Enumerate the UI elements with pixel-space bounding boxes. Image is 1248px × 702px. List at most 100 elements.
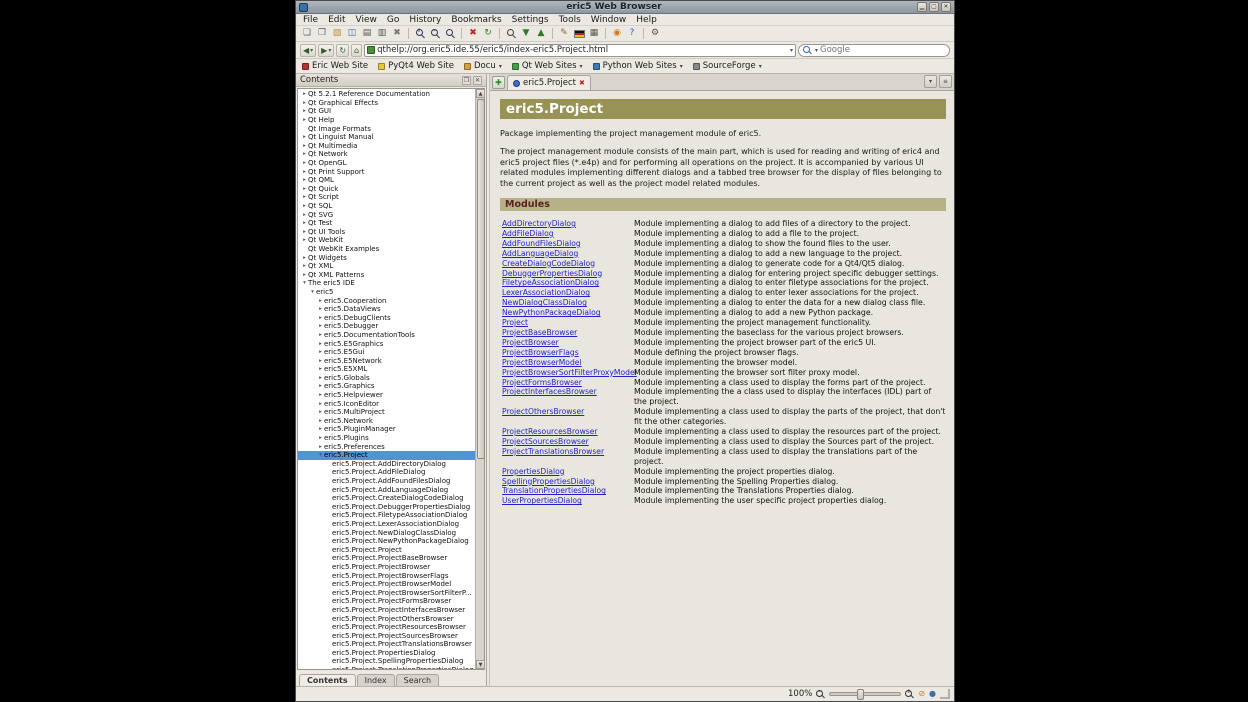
tree-item-eric5-e5network[interactable]: ▸eric5.E5Network xyxy=(298,356,475,365)
tree-item-eric5-network[interactable]: ▸eric5.Network xyxy=(298,417,475,426)
dock-close-button[interactable]: ✕ xyxy=(473,76,482,85)
collapsed-arrow-icon[interactable]: ▸ xyxy=(317,322,324,330)
stop-loading-icon[interactable]: ✖ xyxy=(466,27,480,41)
new-tab-button[interactable]: ✚ xyxy=(492,76,505,89)
tree-item-qt-5-2-1-reference-documentation[interactable]: ▸Qt 5.2.1 Reference Documentation xyxy=(298,90,475,99)
collapsed-arrow-icon[interactable]: ▸ xyxy=(301,90,308,98)
menu-go[interactable]: Go xyxy=(382,14,404,26)
web-search-box[interactable]: ▾ xyxy=(798,44,950,57)
module-link-propertiesdialog[interactable]: PropertiesDialog xyxy=(502,467,632,477)
tree-item-eric5-e5graphics[interactable]: ▸eric5.E5Graphics xyxy=(298,339,475,348)
zoom-out-icon[interactable]: − xyxy=(816,690,825,699)
tree-item-qt-svg[interactable]: ▸Qt SVG xyxy=(298,210,475,219)
tree-item-eric5-multiproject[interactable]: ▸eric5.MultiProject xyxy=(298,408,475,417)
menu-edit[interactable]: Edit xyxy=(323,14,350,26)
dock-tab-search[interactable]: Search xyxy=(396,674,439,686)
tree-item-eric5-project-projectbrowsersortfilterp[interactable]: eric5.Project.ProjectBrowserSortFilterP.… xyxy=(298,588,475,597)
tree-item-qt-network[interactable]: ▸Qt Network xyxy=(298,150,475,159)
bookmark-qt-web-sites[interactable]: Qt Web Sites▾ xyxy=(512,61,583,71)
collapsed-arrow-icon[interactable]: ▸ xyxy=(301,236,308,244)
tab-grid-icon[interactable]: ▦ xyxy=(587,27,601,41)
menu-window[interactable]: Window xyxy=(586,14,632,26)
menu-file[interactable]: File xyxy=(298,14,323,26)
collapsed-arrow-icon[interactable]: ▸ xyxy=(317,425,324,433)
module-link-projectbasebrowser[interactable]: ProjectBaseBrowser xyxy=(502,328,632,338)
collapsed-arrow-icon[interactable]: ▸ xyxy=(301,211,308,219)
module-link-projectothersbrowser[interactable]: ProjectOthersBrowser xyxy=(502,407,632,417)
dock-float-button[interactable]: ❐ xyxy=(462,76,471,85)
module-link-debuggerpropertiesdialog[interactable]: DebuggerPropertiesDialog xyxy=(502,269,632,279)
url-combobox[interactable]: ▾ xyxy=(364,44,796,57)
module-link-projecttranslationsbrowser[interactable]: ProjectTranslationsBrowser xyxy=(502,447,632,457)
tree-item-qt-ui-tools[interactable]: ▸Qt UI Tools xyxy=(298,228,475,237)
search-input[interactable] xyxy=(820,45,945,55)
tree-item-eric5-project-debuggerpropertiesdialog[interactable]: eric5.Project.DebuggerPropertiesDialog xyxy=(298,503,475,512)
module-link-filetypeassociationdialog[interactable]: FiletypeAssociationDialog xyxy=(502,278,632,288)
collapsed-arrow-icon[interactable]: ▸ xyxy=(317,417,324,425)
collapsed-arrow-icon[interactable]: ▸ xyxy=(317,408,324,416)
module-link-projectsourcesbrowser[interactable]: ProjectSourcesBrowser xyxy=(502,437,632,447)
collapsed-arrow-icon[interactable]: ▸ xyxy=(317,348,324,356)
tree-item-eric5-project-addfoundfilesdialog[interactable]: eric5.Project.AddFoundFilesDialog xyxy=(298,477,475,486)
zoom-slider-handle[interactable] xyxy=(857,689,864,700)
bookmark-sourceforge[interactable]: SourceForge▾ xyxy=(693,61,762,71)
tree-item-eric5-project-propertiesdialog[interactable]: eric5.Project.PropertiesDialog xyxy=(298,649,475,658)
collapsed-arrow-icon[interactable]: ▸ xyxy=(317,434,324,442)
tree-item-eric5-project-filetypeassociationdialog[interactable]: eric5.Project.FiletypeAssociationDialog xyxy=(298,511,475,520)
tab-menu-button[interactable]: ≡ xyxy=(939,75,952,88)
collapsed-arrow-icon[interactable]: ▸ xyxy=(317,365,324,373)
settings-icon[interactable]: ⚙ xyxy=(648,27,662,41)
tree-item-eric5-project-projectothersbrowser[interactable]: eric5.Project.ProjectOthersBrowser xyxy=(298,614,475,623)
collapsed-arrow-icon[interactable]: ▸ xyxy=(301,202,308,210)
tree-item-qt-test[interactable]: ▸Qt Test xyxy=(298,219,475,228)
scroll-up-icon[interactable]: ▲ xyxy=(476,89,485,98)
collapsed-arrow-icon[interactable]: ▸ xyxy=(317,443,324,451)
tree-item-qt-webkit[interactable]: ▸Qt WebKit xyxy=(298,236,475,245)
collapsed-arrow-icon[interactable]: ▸ xyxy=(301,107,308,115)
edit-icon[interactable]: ✎ xyxy=(557,27,571,41)
collapsed-arrow-icon[interactable]: ▸ xyxy=(301,185,308,193)
new-window-icon[interactable]: ❏ xyxy=(300,27,314,41)
menu-settings[interactable]: Settings xyxy=(507,14,554,26)
reload-icon[interactable]: ↻ xyxy=(481,27,495,41)
tree-item-eric5-project-lexerassociationdialog[interactable]: eric5.Project.LexerAssociationDialog xyxy=(298,520,475,529)
collapsed-arrow-icon[interactable]: ▸ xyxy=(317,297,324,305)
tree-item-eric5-debugclients[interactable]: ▸eric5.DebugClients xyxy=(298,313,475,322)
scrollbar-thumb[interactable] xyxy=(477,99,485,459)
module-link-translationpropertiesdialog[interactable]: TranslationPropertiesDialog xyxy=(502,486,632,496)
tab-eric5-project[interactable]: eric5.Project ✖ xyxy=(507,75,591,90)
collapsed-arrow-icon[interactable]: ▸ xyxy=(301,262,308,270)
collapsed-arrow-icon[interactable]: ▸ xyxy=(301,150,308,158)
tree-item-eric5-project[interactable]: ▾eric5.Project xyxy=(298,451,475,460)
tree-item-eric5-project-projectsourcesbrowser[interactable]: eric5.Project.ProjectSourcesBrowser xyxy=(298,631,475,640)
tab-close-icon[interactable]: ✖ xyxy=(579,80,585,87)
module-link-spellingpropertiesdialog[interactable]: SpellingPropertiesDialog xyxy=(502,477,632,487)
collapsed-arrow-icon[interactable]: ▸ xyxy=(301,168,308,176)
module-link-projectbrowsersortfilterproxymodel[interactable]: ProjectBrowserSortFilterProxyModel xyxy=(502,368,632,378)
tree-item-eric5-project-translationpropertiesdialog[interactable]: eric5.Project.TranslationPropertiesDialo… xyxy=(298,666,475,669)
collapsed-arrow-icon[interactable]: ▸ xyxy=(301,142,308,150)
tree-item-qt-xml[interactable]: ▸Qt XML xyxy=(298,262,475,271)
bookmark-eric-web-site[interactable]: Eric Web Site xyxy=(302,61,368,71)
print-icon[interactable]: ▤ xyxy=(360,27,374,41)
tree-item-eric5-project-createdialogcodedialog[interactable]: eric5.Project.CreateDialogCodeDialog xyxy=(298,494,475,503)
collapsed-arrow-icon[interactable]: ▸ xyxy=(317,391,324,399)
module-link-projectbrowserflags[interactable]: ProjectBrowserFlags xyxy=(502,348,632,358)
tree-item-eric5-project-spellingpropertiesdialog[interactable]: eric5.Project.SpellingPropertiesDialog xyxy=(298,657,475,666)
tree-item-eric5-plugins[interactable]: ▸eric5.Plugins xyxy=(298,434,475,443)
collapsed-arrow-icon[interactable]: ▸ xyxy=(301,193,308,201)
resize-grip[interactable] xyxy=(940,689,950,699)
tree-item-qt-linguist-manual[interactable]: ▸Qt Linguist Manual xyxy=(298,133,475,142)
collapsed-arrow-icon[interactable]: ▸ xyxy=(301,254,308,262)
tree-item-eric5-pluginmanager[interactable]: ▸eric5.PluginManager xyxy=(298,425,475,434)
expanded-arrow-icon[interactable]: ▾ xyxy=(309,288,316,296)
collapsed-arrow-icon[interactable]: ▸ xyxy=(317,340,324,348)
zoom-in-icon[interactable]: + xyxy=(413,27,427,41)
chevron-down-icon[interactable]: ▾ xyxy=(790,47,793,54)
help-icon[interactable]: ? xyxy=(625,27,639,41)
tree-item-eric5-dataviews[interactable]: ▸eric5.DataViews xyxy=(298,305,475,314)
tree-item-qt-print-support[interactable]: ▸Qt Print Support xyxy=(298,167,475,176)
url-input[interactable] xyxy=(377,45,787,55)
collapsed-arrow-icon[interactable]: ▸ xyxy=(301,133,308,141)
tree-item-eric5-project-project[interactable]: eric5.Project.Project xyxy=(298,545,475,554)
